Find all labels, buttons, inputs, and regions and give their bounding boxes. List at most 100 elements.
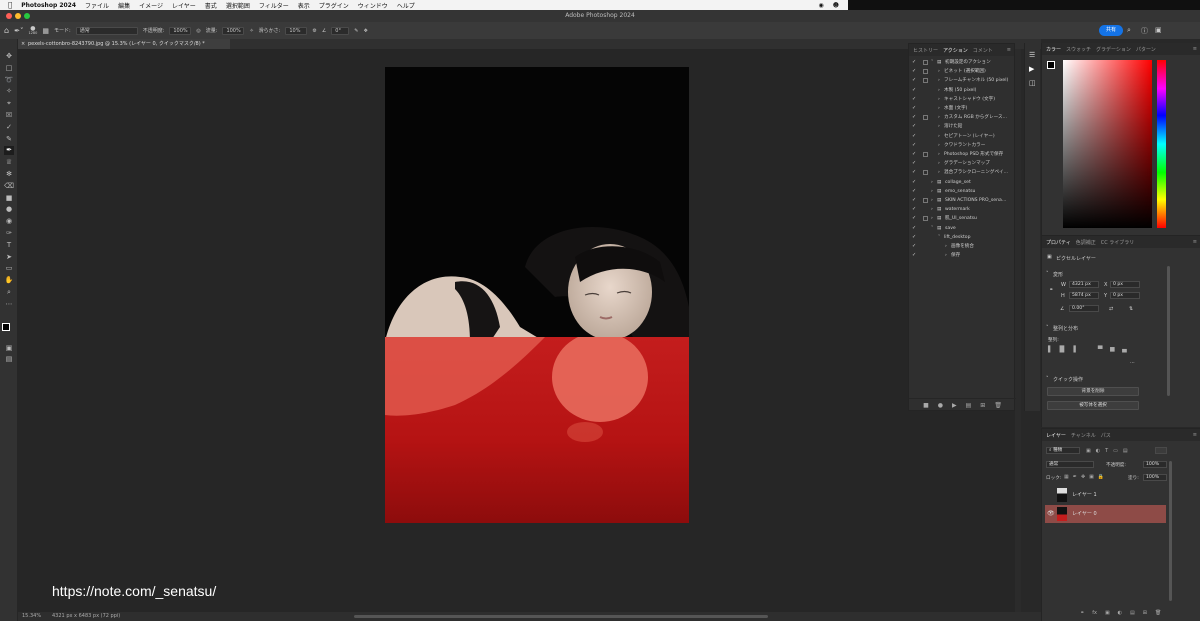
toggle-check-icon[interactable]: ✓: [912, 104, 916, 113]
align-left-icon[interactable]: ▌: [1048, 346, 1053, 353]
foreground-color-swatch[interactable]: [2, 323, 10, 331]
y-field[interactable]: 0 px: [1110, 292, 1140, 299]
layer-row[interactable]: 👁 レイヤー 0: [1045, 505, 1166, 523]
action-set-row[interactable]: ✓ › ▤ collage_set: [909, 178, 1016, 187]
horizontal-scrollbar[interactable]: [354, 615, 768, 618]
gradient-tool-icon[interactable]: ■: [4, 194, 14, 203]
menu-item[interactable]: ヘルプ: [397, 1, 415, 10]
action-row[interactable]: ✓ › 混合ブラシクローニングペイ...: [909, 168, 1016, 177]
filter-shape-icon[interactable]: ▭: [1113, 448, 1118, 454]
action-row[interactable]: ✓ › Photoshop PSD 形式で保存: [909, 150, 1016, 159]
fill-field[interactable]: 100%: [1143, 474, 1167, 481]
stop-icon[interactable]: ■: [923, 399, 929, 411]
menu-item[interactable]: ファイル: [85, 1, 109, 10]
remove-background-button[interactable]: 背景を削除: [1047, 387, 1139, 396]
tab-patterns[interactable]: パターン: [1136, 46, 1156, 53]
quick-select-tool-icon[interactable]: ✧: [4, 87, 14, 96]
record-action-icon[interactable]: ●: [938, 399, 943, 411]
eyedropper-tool-icon[interactable]: ✓: [4, 123, 14, 132]
brush-size-picker[interactable]: ● 1280: [28, 25, 37, 36]
lock-pixels-icon[interactable]: ✒: [1073, 474, 1077, 480]
link-layers-icon[interactable]: ⚭: [1080, 610, 1084, 616]
new-layer-icon[interactable]: ⊞: [1143, 610, 1147, 616]
align-right-icon[interactable]: ▐: [1071, 346, 1076, 353]
tab-history[interactable]: ヒストリー: [913, 47, 938, 54]
record-icon[interactable]: ◉: [818, 2, 823, 9]
toggle-check-icon[interactable]: ✓: [912, 178, 916, 187]
symmetry-icon[interactable]: ❖: [364, 28, 368, 34]
chevron-down-icon[interactable]: ˅: [931, 58, 933, 67]
more-tools-icon[interactable]: ⋯: [4, 300, 14, 309]
color-picker-field[interactable]: [1063, 60, 1152, 228]
select-subject-button[interactable]: 被写体を選択: [1047, 401, 1139, 410]
chevron-right-icon[interactable]: ›: [938, 150, 940, 159]
blend-mode-select[interactable]: 通常: [1046, 461, 1094, 468]
chevron-right-icon[interactable]: ›: [931, 214, 933, 223]
filter-toggle[interactable]: [1155, 447, 1167, 454]
chevron-right-icon[interactable]: ›: [938, 113, 940, 122]
adjustment-layer-icon[interactable]: ◐: [1118, 610, 1122, 616]
action-row[interactable]: ✓ › キャストシャドウ (文字): [909, 95, 1016, 104]
width-field[interactable]: 4321 px: [1069, 281, 1099, 288]
flip-horizontal-icon[interactable]: ⇄: [1109, 306, 1113, 312]
align-heading-chevron-icon[interactable]: ˅: [1046, 325, 1049, 331]
dodge-tool-icon[interactable]: ◉: [4, 217, 14, 226]
menu-item[interactable]: プラグイン: [319, 1, 349, 10]
angle-field[interactable]: 0.00°: [1069, 305, 1099, 312]
chevron-down-icon[interactable]: ˅: [931, 224, 933, 233]
panel-menu-icon[interactable]: ≡: [1193, 46, 1197, 52]
toggle-check-icon[interactable]: ✓: [912, 214, 916, 223]
dialog-toggle-icon[interactable]: [923, 69, 928, 75]
toggle-check-icon[interactable]: ✓: [912, 113, 916, 122]
visibility-eye-icon[interactable]: 👁: [1047, 505, 1055, 523]
share-button[interactable]: 共有: [1099, 25, 1123, 36]
toggle-check-icon[interactable]: ✓: [912, 159, 916, 168]
align-center-v-icon[interactable]: ■: [1110, 346, 1116, 353]
brush-tool-preset-icon[interactable]: ✒˅: [14, 27, 23, 35]
dialog-toggle-icon[interactable]: [923, 60, 928, 65]
chevron-down-icon[interactable]: ˅: [938, 233, 940, 242]
document-tab[interactable]: × pexels-cottonbro-8243790.jpg @ 15.3% (…: [18, 39, 230, 49]
toggle-check-icon[interactable]: ✓: [912, 132, 916, 141]
frame-tool-icon[interactable]: ☒: [4, 111, 14, 120]
tab-paths[interactable]: パス: [1101, 432, 1111, 439]
properties-scrollbar[interactable]: [1167, 266, 1170, 396]
toggle-check-icon[interactable]: ✓: [912, 196, 916, 205]
lock-artboard-icon[interactable]: ▣: [1089, 474, 1094, 480]
toggle-check-icon[interactable]: ✓: [912, 150, 916, 159]
menu-item[interactable]: イメージ: [139, 1, 163, 10]
chevron-right-icon[interactable]: ›: [938, 76, 940, 85]
tab-layers[interactable]: レイヤー: [1046, 432, 1066, 439]
minimize-window-icon[interactable]: [15, 13, 21, 19]
panel-menu-icon[interactable]: ≡: [1193, 239, 1197, 245]
layer-name[interactable]: レイヤー 0: [1072, 505, 1097, 523]
tab-properties[interactable]: プロパティ: [1046, 239, 1071, 246]
dialog-toggle-icon[interactable]: [923, 216, 928, 222]
action-row[interactable]: ✓ › クワドラントカラー: [909, 141, 1016, 150]
align-center-h-icon[interactable]: █: [1060, 346, 1065, 353]
zoom-window-icon[interactable]: [24, 13, 30, 19]
layer-row[interactable]: レイヤー 1: [1045, 486, 1166, 504]
tab-cc-libraries[interactable]: CC ライブラリ: [1101, 239, 1135, 246]
toggle-check-icon[interactable]: ✓: [912, 242, 916, 251]
action-set-row[interactable]: ✓ › ▤ emo_senatsu: [909, 187, 1016, 196]
opacity-field[interactable]: 100%: [169, 26, 192, 35]
tab-comments[interactable]: コメント: [973, 47, 993, 54]
chevron-right-icon[interactable]: ›: [931, 205, 933, 214]
marquee-tool-icon[interactable]: □: [4, 64, 14, 73]
document-size[interactable]: 4321 px x 6483 px (72 ppi): [52, 612, 120, 621]
pen-tool-icon[interactable]: ✑: [4, 229, 14, 238]
transform-heading-chevron-icon[interactable]: ˅: [1046, 271, 1049, 277]
comments-panel-icon[interactable]: ◫: [1029, 79, 1036, 87]
brush-settings-icon[interactable]: ▦: [42, 27, 49, 35]
x-field[interactable]: 0 px: [1110, 281, 1140, 288]
align-bottom-icon[interactable]: ▄: [1122, 346, 1127, 353]
pressure-opacity-icon[interactable]: ◎: [196, 28, 200, 34]
toggle-check-icon[interactable]: ✓: [912, 205, 916, 214]
foreground-color-swatch[interactable]: [1047, 61, 1055, 69]
stamp-tool-icon[interactable]: ♕: [4, 158, 14, 167]
shape-tool-icon[interactable]: ▭: [4, 264, 14, 273]
delete-icon[interactable]: 🗑: [994, 399, 1002, 411]
chevron-right-icon[interactable]: ›: [938, 104, 940, 113]
layer-name[interactable]: レイヤー 1: [1072, 486, 1097, 504]
